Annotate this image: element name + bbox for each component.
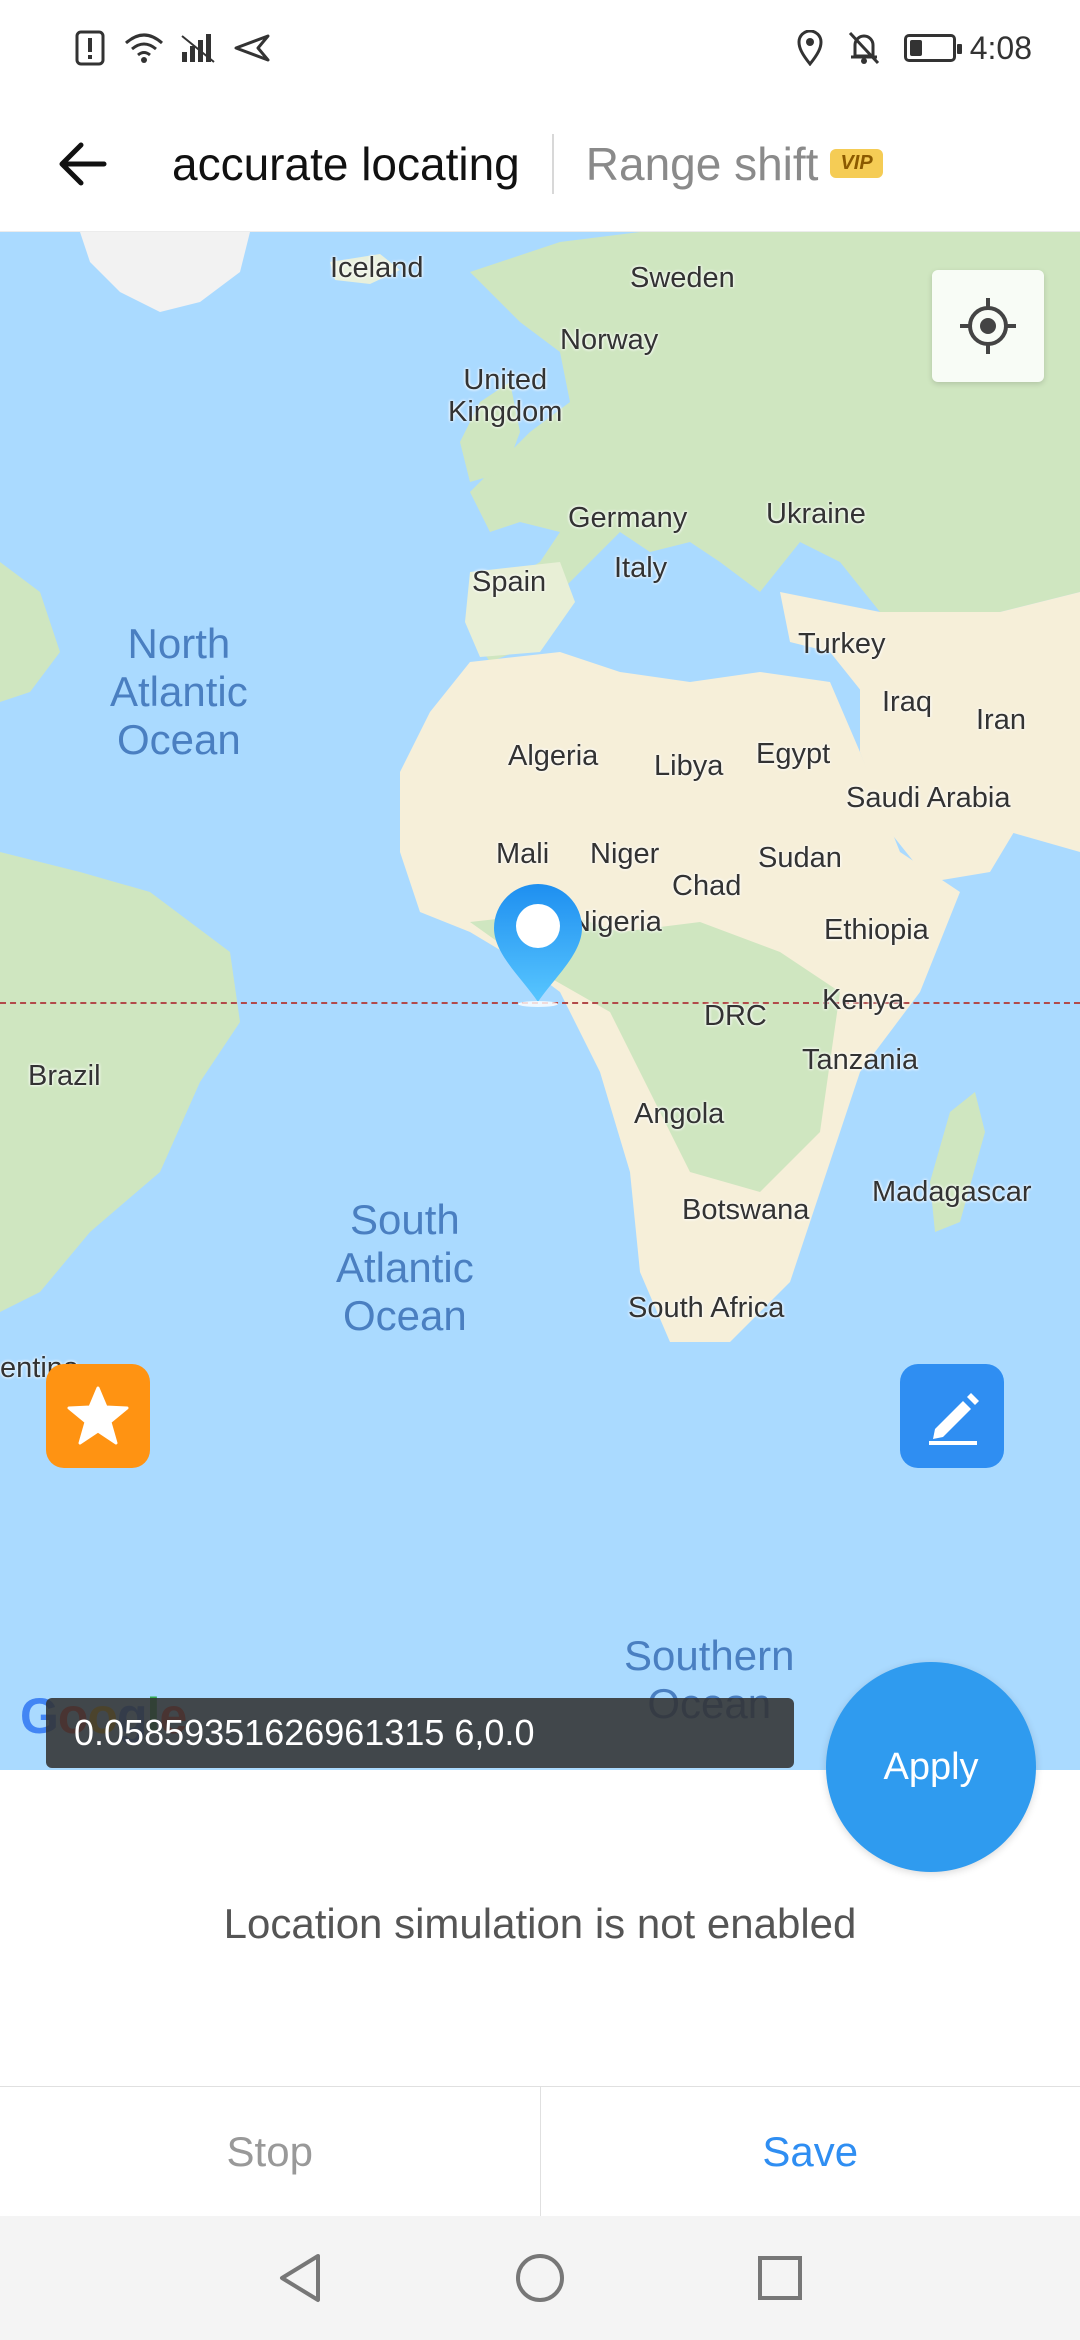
apply-button[interactable]: Apply bbox=[826, 1662, 1036, 1872]
label-chad: Chad bbox=[672, 870, 742, 902]
label-ethiopia: Ethiopia bbox=[824, 914, 929, 946]
circle-home-icon bbox=[516, 2254, 564, 2302]
nav-home-button[interactable] bbox=[510, 2248, 570, 2308]
screen: 4:08 accurate locating Range shift VIP I… bbox=[0, 0, 1080, 2340]
label-south-atlantic-ocean: South Atlantic Ocean bbox=[336, 1196, 474, 1339]
label-north-atlantic-ocean: North Atlantic Ocean bbox=[110, 620, 248, 763]
label-egypt: Egypt bbox=[756, 738, 831, 770]
tab-range-shift[interactable]: Range shift bbox=[586, 137, 819, 191]
my-location-button[interactable] bbox=[932, 270, 1044, 382]
label-spain: Spain bbox=[472, 566, 547, 598]
label-italy: Italy bbox=[614, 552, 668, 584]
label-algeria: Algeria bbox=[508, 740, 599, 772]
label-kenya: Kenya bbox=[822, 984, 905, 1016]
status-left bbox=[70, 28, 272, 68]
header: accurate locating Range shift VIP bbox=[0, 96, 1080, 232]
star-icon bbox=[67, 1386, 129, 1445]
square-recents-icon bbox=[758, 2256, 802, 2300]
triangle-back-icon bbox=[280, 2254, 320, 2302]
nav-back-button[interactable] bbox=[270, 2248, 330, 2308]
label-iran: Iran bbox=[976, 704, 1026, 736]
stop-button[interactable]: Stop bbox=[0, 2087, 541, 2216]
label-drc: DRC bbox=[704, 1000, 767, 1032]
status-bar: 4:08 bbox=[0, 0, 1080, 96]
vip-badge: VIP bbox=[830, 149, 883, 178]
label-libya: Libya bbox=[654, 750, 724, 782]
bottom-action-bar: Stop Save bbox=[0, 2086, 1080, 2216]
label-niger: Niger bbox=[590, 838, 660, 870]
location-icon bbox=[790, 28, 830, 68]
label-sweden: Sweden bbox=[630, 262, 735, 294]
label-norway: Norway bbox=[560, 324, 659, 356]
label-mali: Mali bbox=[496, 838, 550, 870]
label-tanzania: Tanzania bbox=[802, 1044, 919, 1076]
label-sudan: Sudan bbox=[758, 842, 842, 874]
tab-divider bbox=[551, 133, 554, 194]
back-button[interactable] bbox=[32, 114, 132, 214]
coordinates-text: 0.05859351626961315 6,0.0 bbox=[74, 1712, 535, 1753]
status-time: 4:08 bbox=[969, 29, 1032, 66]
system-nav-bar bbox=[0, 2216, 1080, 2340]
map-view[interactable]: Iceland Sweden Norway United Kingdom Ger… bbox=[0, 232, 1080, 1770]
crosshair-icon bbox=[960, 298, 1016, 354]
send-icon bbox=[232, 28, 272, 68]
signal-icon bbox=[178, 28, 218, 68]
battery-level bbox=[909, 40, 922, 56]
label-south-africa: South Africa bbox=[628, 1292, 785, 1324]
back-arrow-icon bbox=[59, 142, 107, 185]
edit-coordinates-button[interactable] bbox=[900, 1364, 1004, 1468]
battery-icon bbox=[903, 34, 962, 62]
mute-bell-icon bbox=[844, 28, 884, 68]
label-brazil: Brazil bbox=[28, 1060, 101, 1092]
nav-recents-button[interactable] bbox=[750, 2248, 810, 2308]
wifi-icon bbox=[124, 28, 164, 68]
pencil-icon bbox=[929, 1393, 979, 1445]
label-united-kingdom: United Kingdom bbox=[448, 364, 563, 428]
label-botswana: Botswana bbox=[682, 1194, 810, 1226]
save-button[interactable]: Save bbox=[541, 2087, 1080, 2216]
location-pin-icon[interactable] bbox=[490, 882, 586, 1008]
coordinates-display: 0.05859351626961315 6,0.0 bbox=[46, 1698, 794, 1768]
alert-icon bbox=[70, 28, 110, 68]
label-germany: Germany bbox=[568, 502, 688, 534]
status-right: 4:08 bbox=[790, 28, 1032, 68]
label-turkey: Turkey bbox=[798, 628, 886, 660]
favorite-button[interactable] bbox=[46, 1364, 150, 1468]
simulation-status-text: Location simulation is not enabled bbox=[223, 1900, 857, 1947]
label-iraq: Iraq bbox=[882, 686, 932, 718]
label-saudi-arabia: Saudi Arabia bbox=[846, 782, 1011, 814]
label-angola: Angola bbox=[634, 1098, 725, 1130]
label-iceland: Iceland bbox=[330, 252, 424, 284]
tab-accurate-locating[interactable]: accurate locating bbox=[172, 137, 520, 191]
label-madagascar: Madagascar bbox=[872, 1176, 1032, 1208]
label-ukraine: Ukraine bbox=[766, 498, 866, 530]
